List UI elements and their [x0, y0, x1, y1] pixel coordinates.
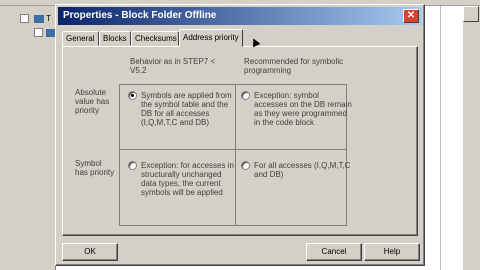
priority-grid: Symbols are applied from the symbol tabl…	[119, 84, 352, 226]
background-scrollbar[interactable]	[462, 6, 480, 270]
tab-checksums[interactable]: Checksums	[131, 31, 179, 46]
address-priority-panel: Behavior as in STEP7 < V5.2 Recommended …	[62, 46, 418, 236]
folder-icon	[34, 15, 44, 23]
option-label: Symbols are applied from the symbol tabl…	[141, 91, 232, 127]
radio-button[interactable]	[241, 91, 250, 100]
radio-button[interactable]	[241, 161, 250, 170]
close-icon[interactable]: ✕	[403, 9, 419, 23]
help-button[interactable]: Help	[364, 243, 420, 261]
tab-blocks[interactable]: Blocks	[99, 31, 131, 46]
row-header-absolute: Absolute value has priority	[75, 88, 110, 115]
column-header-behavior: Behavior as in STEP7 < V5.2	[130, 57, 216, 75]
ok-button[interactable]: OK	[62, 243, 118, 261]
tab-general[interactable]: General	[62, 31, 99, 46]
option-label: For all accesses (I,Q,M,T,C and DB)	[254, 161, 351, 179]
radio-button[interactable]	[128, 91, 137, 100]
grid-divider	[120, 149, 346, 150]
background-left-pane: T C	[0, 6, 64, 270]
dialog-title: Properties - Block Folder Offline	[63, 10, 217, 21]
tab-address-priority[interactable]: Address priority	[179, 29, 243, 47]
properties-dialog: Properties - Block Folder Offline ✕ Gene…	[55, 4, 425, 266]
row-header-symbol: Symbol has priority	[75, 159, 115, 177]
option-label: Exception: for accesses in structurally …	[141, 161, 234, 197]
option-label: Exception: symbol accesses on the DB rem…	[254, 91, 352, 127]
cancel-button[interactable]: Cancel	[306, 243, 362, 261]
scroll-up-button[interactable]	[463, 6, 479, 22]
dialog-titlebar[interactable]: Properties - Block Folder Offline ✕	[58, 7, 422, 25]
tree-expander[interactable]	[34, 28, 43, 37]
tree-item-label[interactable]: T	[46, 14, 51, 23]
radio-button[interactable]	[128, 161, 137, 170]
tree-expander[interactable]	[20, 14, 29, 23]
column-header-recommended: Recommended for symbolic programming	[244, 57, 344, 75]
